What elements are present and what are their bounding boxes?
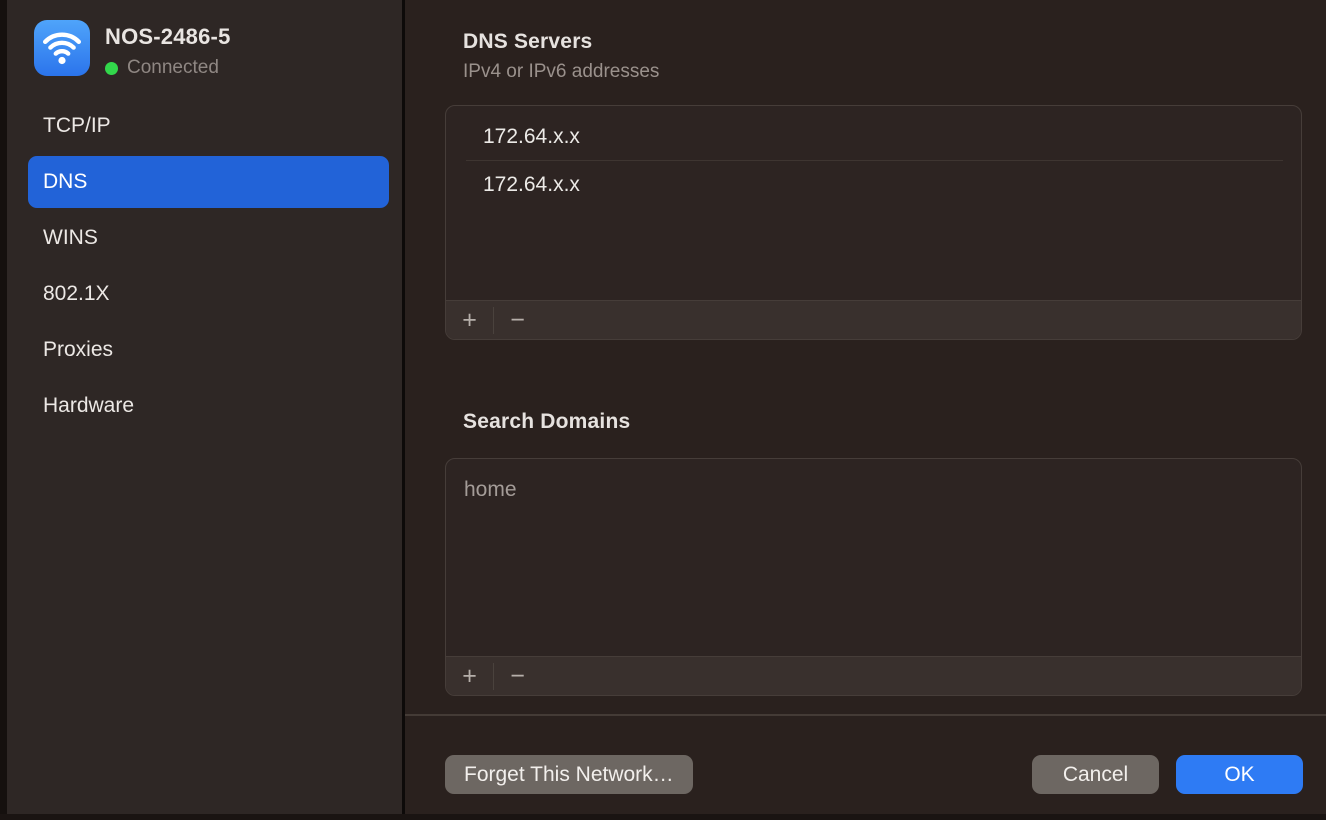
connected-status-label: Connected: [127, 57, 219, 79]
connected-status-dot: [105, 62, 118, 75]
dns-server-entry[interactable]: 172.64.x.x: [446, 161, 1301, 208]
sidebar-item-wins[interactable]: WINS: [28, 212, 389, 264]
dns-server-entry[interactable]: 172.64.x.x: [446, 113, 1301, 160]
search-domains-rows: home: [446, 459, 1301, 513]
network-name: NOS-2486-5: [105, 24, 231, 50]
ok-button[interactable]: OK: [1176, 755, 1303, 794]
sidebar-item-tcpip[interactable]: TCP/IP: [28, 100, 389, 152]
dns-remove-button[interactable]: −: [494, 301, 541, 339]
dns-servers-title: DNS Servers: [463, 30, 592, 54]
main-content: DNS Servers IPv4 or IPv6 addresses 172.6…: [405, 0, 1326, 814]
sidebar-nav: TCP/IP DNS WINS 802.1X Proxies Hardware: [28, 100, 389, 436]
sidebar-item-8021x[interactable]: 802.1X: [28, 268, 389, 320]
search-domain-add-button[interactable]: +: [446, 657, 493, 695]
dns-servers-listbox: 172.64.x.x 172.64.x.x + −: [445, 105, 1302, 340]
footer-divider: [405, 714, 1326, 716]
window-bottom-edge: [0, 814, 1326, 820]
network-meta: NOS-2486-5 Connected: [105, 20, 231, 79]
cancel-button[interactable]: Cancel: [1032, 755, 1159, 794]
dns-servers-subtitle: IPv4 or IPv6 addresses: [463, 61, 659, 83]
dns-add-button[interactable]: +: [446, 301, 493, 339]
search-domains-footer: + −: [446, 656, 1301, 695]
forget-network-button[interactable]: Forget This Network…: [445, 755, 693, 794]
dns-servers-rows: 172.64.x.x 172.64.x.x: [446, 106, 1301, 208]
search-domain-entry[interactable]: home: [446, 466, 1301, 513]
search-domains-title: Search Domains: [463, 410, 630, 434]
sidebar-item-proxies[interactable]: Proxies: [28, 324, 389, 376]
search-domains-listbox: home + −: [445, 458, 1302, 696]
window-left-edge: [0, 0, 7, 820]
sidebar: NOS-2486-5 Connected TCP/IP DNS WINS 802…: [7, 0, 402, 814]
network-status: Connected: [105, 57, 231, 79]
network-header: NOS-2486-5 Connected: [34, 20, 231, 79]
sidebar-item-dns[interactable]: DNS: [28, 156, 389, 208]
dns-servers-footer: + −: [446, 300, 1301, 339]
search-domain-remove-button[interactable]: −: [494, 657, 541, 695]
wifi-icon: [34, 20, 90, 76]
sidebar-item-hardware[interactable]: Hardware: [28, 380, 389, 432]
